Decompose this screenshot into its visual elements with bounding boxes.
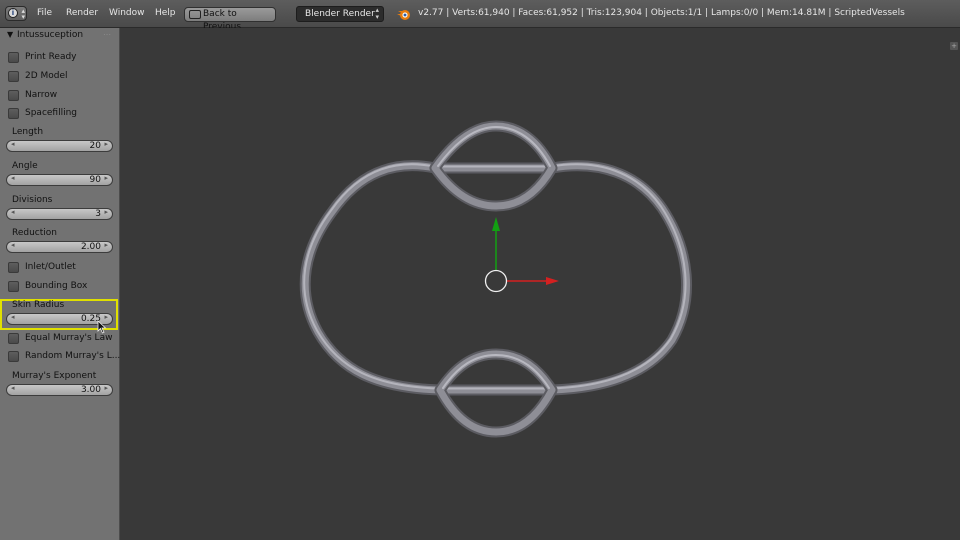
3d-viewport[interactable]: + [120,28,960,540]
checkbox-label: 2D Model [25,71,68,81]
murrays-exponent-label: Murray's Exponent [12,371,97,381]
checkbox-box[interactable] [8,281,19,292]
reduction-field[interactable]: ◂ 2.00 ▸ [6,241,113,253]
divisions-field[interactable]: ◂ 3 ▸ [6,208,113,220]
screen-icon [189,10,201,19]
checkbox-box[interactable] [8,52,19,63]
increment-arrow-icon[interactable]: ▸ [104,384,108,392]
render-engine-select[interactable]: Blender Render ▴ ▾ [296,6,384,22]
checkbox-random-murrays-law[interactable]: Random Murray's L... [8,351,121,365]
increment-arrow-icon[interactable]: ▸ [104,241,108,249]
checkbox-box[interactable] [8,71,19,82]
increment-arrow-icon[interactable]: ▸ [104,208,108,216]
checkbox-print-ready[interactable]: Print Ready [8,52,118,66]
checkbox-inlet-outlet[interactable]: Inlet/Outlet [8,262,118,276]
murrays-exponent-value: 3.00 [80,385,101,395]
checkbox-narrow[interactable]: Narrow [8,90,118,104]
checkbox-box[interactable] [8,262,19,273]
angle-value: 90 [89,175,101,185]
transform-gizmo [484,217,559,293]
menu-file[interactable]: File [37,8,52,18]
menu-help[interactable]: Help [155,8,176,18]
drag-grip-icon[interactable]: ⋯ [103,30,111,39]
reduction-label: Reduction [12,228,57,238]
checkbox-box[interactable] [8,333,19,344]
length-value: 20 [89,141,101,151]
origin-circle-icon [484,269,508,293]
render-engine-label: Blender Render [305,9,375,19]
x-axis-arrow-icon [546,277,559,285]
decrement-arrow-icon[interactable]: ◂ [11,174,15,182]
length-label: Length [12,127,44,137]
length-field[interactable]: ◂ 20 ▸ [6,140,113,152]
increment-arrow-icon[interactable]: ▸ [104,174,108,182]
blender-logo-icon [397,10,410,20]
checkbox-label: Bounding Box [25,281,88,291]
checkbox-box[interactable] [8,90,19,101]
checkbox-equal-murrays-law[interactable]: Equal Murray's Law [8,333,118,347]
angle-field[interactable]: ◂ 90 ▸ [6,174,113,186]
menu-window[interactable]: Window [109,8,145,18]
decrement-arrow-icon[interactable]: ◂ [11,313,15,321]
checkbox-box[interactable] [8,351,19,362]
checkbox-box[interactable] [8,108,19,119]
updown-arrow-icon: ▴ ▾ [375,6,379,21]
decrement-arrow-icon[interactable]: ◂ [11,241,15,249]
panel-header[interactable]: ▼ Intussuception ⋯ [0,28,119,43]
skin-radius-label: Skin Radius [12,300,65,310]
info-editor-icon: i [8,8,18,18]
checkbox-spacefilling[interactable]: Spacefilling [8,108,118,122]
increment-arrow-icon[interactable]: ▸ [104,140,108,148]
reduction-value: 2.00 [80,242,101,252]
checkbox-label: Random Murray's L... [25,351,121,361]
divisions-value: 3 [95,209,101,219]
checkbox-label: Narrow [25,90,58,100]
checkbox-label: Spacefilling [25,108,78,118]
checkbox-bounding-box[interactable]: Bounding Box [8,281,118,295]
murrays-exponent-field[interactable]: ◂ 3.00 ▸ [6,384,113,396]
decrement-arrow-icon[interactable]: ◂ [11,208,15,216]
checkbox-2d-model[interactable]: 2D Model [8,71,118,85]
top-header-bar: i ▴ ▾ File Render Window Help Back to Pre… [0,0,960,32]
menu-render[interactable]: Render [66,8,98,18]
updown-arrow-icon: ▴ ▾ [21,7,25,21]
decrement-arrow-icon[interactable]: ◂ [11,140,15,148]
checkbox-label: Equal Murray's Law [25,333,113,343]
tool-shelf-panel: ▼ Intussuception ⋯ Print Ready 2D Model … [0,28,120,540]
divisions-label: Divisions [12,195,53,205]
viewport-canvas [299,120,692,438]
decrement-arrow-icon[interactable]: ◂ [11,384,15,392]
panel-title: Intussuception [17,30,84,40]
angle-label: Angle [12,161,38,171]
mouse-cursor-icon [97,320,107,334]
y-axis-arrow-icon [492,217,500,231]
collapse-triangle-icon[interactable]: ▼ [7,30,13,39]
checkbox-label: Inlet/Outlet [25,262,76,272]
checkbox-label: Print Ready [25,52,77,62]
back-to-previous-button[interactable]: Back to Previous [184,7,276,32]
scene-stats: v2.77 | Verts:61,940 | Faces:61,952 | Tr… [418,8,905,18]
editor-type-selector[interactable]: i ▴ ▾ [5,6,27,21]
vessel-mesh [299,120,692,438]
